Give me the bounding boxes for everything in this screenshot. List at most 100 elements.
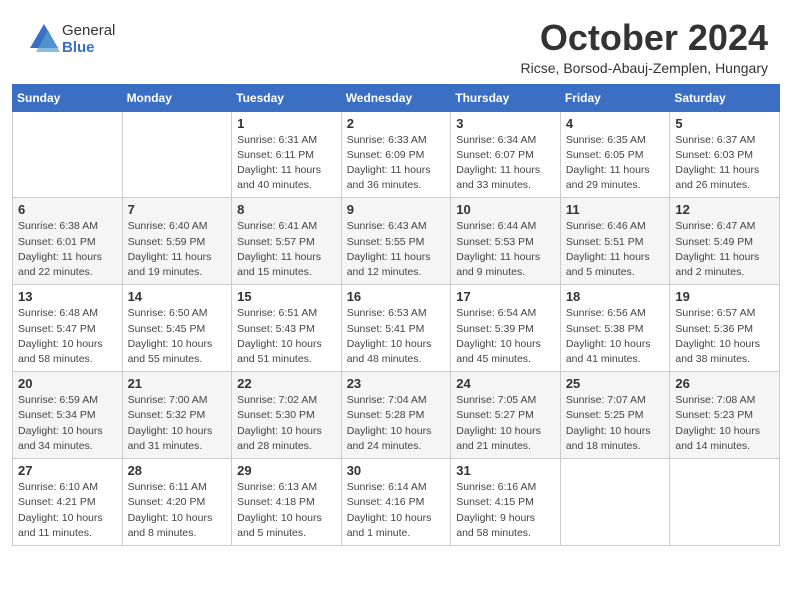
calendar-week-1: 1Sunrise: 6:31 AM Sunset: 6:11 PM Daylig…	[13, 111, 780, 198]
location-subtitle: Ricse, Borsod-Abauj-Zemplen, Hungary	[521, 60, 768, 76]
day-number: 20	[18, 376, 117, 391]
day-info: Sunrise: 6:53 AM Sunset: 5:41 PM Dayligh…	[347, 306, 446, 367]
day-info: Sunrise: 6:13 AM Sunset: 4:18 PM Dayligh…	[237, 480, 336, 541]
day-info: Sunrise: 7:04 AM Sunset: 5:28 PM Dayligh…	[347, 393, 446, 454]
calendar-cell: 31 Sunrise: 6:16 AM Sunset: 4:15 PM Dayli…	[451, 459, 561, 546]
calendar-cell: 13Sunrise: 6:48 AM Sunset: 5:47 PM Dayli…	[13, 285, 123, 372]
calendar-cell: 16 Sunrise: 6:53 AM Sunset: 5:41 PM Dayli…	[341, 285, 451, 372]
day-number: 6	[18, 202, 117, 217]
day-info: Sunrise: 7:00 AM Sunset: 5:32 PM Dayligh…	[128, 393, 227, 454]
calendar-cell: 24 Sunrise: 7:05 AM Sunset: 5:27 PM Dayli…	[451, 372, 561, 459]
calendar-cell: 21Sunrise: 7:00 AM Sunset: 5:32 PM Dayli…	[122, 372, 232, 459]
calendar-cell: 23 Sunrise: 7:04 AM Sunset: 5:28 PM Dayli…	[341, 372, 451, 459]
title-area: October 2024 Ricse, Borsod-Abauj-Zemplen…	[521, 18, 768, 76]
calendar-cell: 30 Sunrise: 6:14 AM Sunset: 4:16 PM Dayli…	[341, 459, 451, 546]
day-info: Sunrise: 6:31 AM Sunset: 6:11 PM Dayligh…	[237, 133, 336, 194]
calendar-cell	[670, 459, 780, 546]
day-number: 14	[128, 289, 227, 304]
day-number: 29	[237, 463, 336, 478]
calendar-cell: 12Sunrise: 6:47 AM Sunset: 5:49 PM Dayli…	[670, 198, 780, 285]
day-number: 16	[347, 289, 446, 304]
day-number: 30	[347, 463, 446, 478]
day-info: Sunrise: 6:38 AM Sunset: 6:01 PM Dayligh…	[18, 219, 117, 280]
calendar-cell: 2Sunrise: 6:33 AM Sunset: 6:09 PM Daylig…	[341, 111, 451, 198]
day-number: 27	[18, 463, 117, 478]
month-title: October 2024	[521, 18, 768, 58]
weekday-header-monday: Monday	[122, 84, 232, 111]
calendar-cell: 8 Sunrise: 6:41 AM Sunset: 5:57 PM Daylig…	[232, 198, 342, 285]
weekday-row: SundayMondayTuesdayWednesdayThursdayFrid…	[13, 84, 780, 111]
day-number: 13	[18, 289, 117, 304]
page-header: General Blue October 2024 Ricse, Borsod-…	[0, 0, 792, 84]
day-info: Sunrise: 7:07 AM Sunset: 5:25 PM Dayligh…	[566, 393, 665, 454]
calendar-week-3: 13Sunrise: 6:48 AM Sunset: 5:47 PM Dayli…	[13, 285, 780, 372]
day-number: 28	[128, 463, 227, 478]
calendar-cell: 15 Sunrise: 6:51 AM Sunset: 5:43 PM Dayli…	[232, 285, 342, 372]
calendar-cell: 19 Sunrise: 6:57 AM Sunset: 5:36 PM Dayli…	[670, 285, 780, 372]
calendar-week-5: 27Sunrise: 6:10 AM Sunset: 4:21 PM Dayli…	[13, 459, 780, 546]
weekday-header-thursday: Thursday	[451, 84, 561, 111]
day-info: Sunrise: 6:35 AM Sunset: 6:05 PM Dayligh…	[566, 133, 665, 194]
weekday-header-sunday: Sunday	[13, 84, 123, 111]
calendar-cell: 1Sunrise: 6:31 AM Sunset: 6:11 PM Daylig…	[232, 111, 342, 198]
calendar-cell	[122, 111, 232, 198]
day-info: Sunrise: 6:56 AM Sunset: 5:38 PM Dayligh…	[566, 306, 665, 367]
logo-icon	[26, 20, 62, 61]
day-number: 31	[456, 463, 555, 478]
day-info: Sunrise: 6:14 AM Sunset: 4:16 PM Dayligh…	[347, 480, 446, 541]
day-info: Sunrise: 6:11 AM Sunset: 4:20 PM Dayligh…	[128, 480, 227, 541]
calendar-cell: 27Sunrise: 6:10 AM Sunset: 4:21 PM Dayli…	[13, 459, 123, 546]
logo-general-text: General	[62, 23, 115, 40]
calendar-body: 1Sunrise: 6:31 AM Sunset: 6:11 PM Daylig…	[13, 111, 780, 545]
day-info: Sunrise: 6:57 AM Sunset: 5:36 PM Dayligh…	[675, 306, 774, 367]
day-number: 7	[128, 202, 227, 217]
day-info: Sunrise: 7:02 AM Sunset: 5:30 PM Dayligh…	[237, 393, 336, 454]
day-info: Sunrise: 6:51 AM Sunset: 5:43 PM Dayligh…	[237, 306, 336, 367]
day-number: 3	[456, 116, 555, 131]
day-info: Sunrise: 6:16 AM Sunset: 4:15 PM Dayligh…	[456, 480, 555, 541]
calendar-cell: 17 Sunrise: 6:54 AM Sunset: 5:39 PM Dayli…	[451, 285, 561, 372]
logo-text: General Blue	[62, 23, 115, 56]
day-number: 9	[347, 202, 446, 217]
weekday-header-friday: Friday	[560, 84, 670, 111]
calendar-cell: 22Sunrise: 7:02 AM Sunset: 5:30 PM Dayli…	[232, 372, 342, 459]
calendar-week-2: 6 Sunrise: 6:38 AM Sunset: 6:01 PM Daylig…	[13, 198, 780, 285]
day-number: 19	[675, 289, 774, 304]
day-info: Sunrise: 6:44 AM Sunset: 5:53 PM Dayligh…	[456, 219, 555, 280]
calendar-cell: 3Sunrise: 6:34 AM Sunset: 6:07 PM Daylig…	[451, 111, 561, 198]
weekday-header-wednesday: Wednesday	[341, 84, 451, 111]
day-number: 5	[675, 116, 774, 131]
day-info: Sunrise: 6:41 AM Sunset: 5:57 PM Dayligh…	[237, 219, 336, 280]
calendar-cell: 29 Sunrise: 6:13 AM Sunset: 4:18 PM Dayli…	[232, 459, 342, 546]
calendar-cell: 20Sunrise: 6:59 AM Sunset: 5:34 PM Dayli…	[13, 372, 123, 459]
day-info: Sunrise: 6:43 AM Sunset: 5:55 PM Dayligh…	[347, 219, 446, 280]
day-number: 10	[456, 202, 555, 217]
day-info: Sunrise: 7:05 AM Sunset: 5:27 PM Dayligh…	[456, 393, 555, 454]
calendar-week-4: 20Sunrise: 6:59 AM Sunset: 5:34 PM Dayli…	[13, 372, 780, 459]
day-number: 17	[456, 289, 555, 304]
day-number: 23	[347, 376, 446, 391]
calendar-cell: 5 Sunrise: 6:37 AM Sunset: 6:03 PM Daylig…	[670, 111, 780, 198]
calendar-cell: 7 Sunrise: 6:40 AM Sunset: 5:59 PM Daylig…	[122, 198, 232, 285]
calendar-cell: 18Sunrise: 6:56 AM Sunset: 5:38 PM Dayli…	[560, 285, 670, 372]
day-info: Sunrise: 6:46 AM Sunset: 5:51 PM Dayligh…	[566, 219, 665, 280]
day-info: Sunrise: 6:50 AM Sunset: 5:45 PM Dayligh…	[128, 306, 227, 367]
day-number: 26	[675, 376, 774, 391]
day-number: 15	[237, 289, 336, 304]
calendar-cell: 10 Sunrise: 6:44 AM Sunset: 5:53 PM Dayli…	[451, 198, 561, 285]
calendar-header: SundayMondayTuesdayWednesdayThursdayFrid…	[13, 84, 780, 111]
day-info: Sunrise: 6:40 AM Sunset: 5:59 PM Dayligh…	[128, 219, 227, 280]
day-info: Sunrise: 6:54 AM Sunset: 5:39 PM Dayligh…	[456, 306, 555, 367]
day-info: Sunrise: 6:37 AM Sunset: 6:03 PM Dayligh…	[675, 133, 774, 194]
day-number: 8	[237, 202, 336, 217]
day-number: 2	[347, 116, 446, 131]
logo: General Blue	[24, 18, 115, 61]
calendar-cell: 6 Sunrise: 6:38 AM Sunset: 6:01 PM Daylig…	[13, 198, 123, 285]
day-number: 12	[675, 202, 774, 217]
calendar-cell: 28 Sunrise: 6:11 AM Sunset: 4:20 PM Dayli…	[122, 459, 232, 546]
day-number: 24	[456, 376, 555, 391]
weekday-header-saturday: Saturday	[670, 84, 780, 111]
calendar-cell	[13, 111, 123, 198]
day-number: 11	[566, 202, 665, 217]
calendar-cell: 14 Sunrise: 6:50 AM Sunset: 5:45 PM Dayli…	[122, 285, 232, 372]
